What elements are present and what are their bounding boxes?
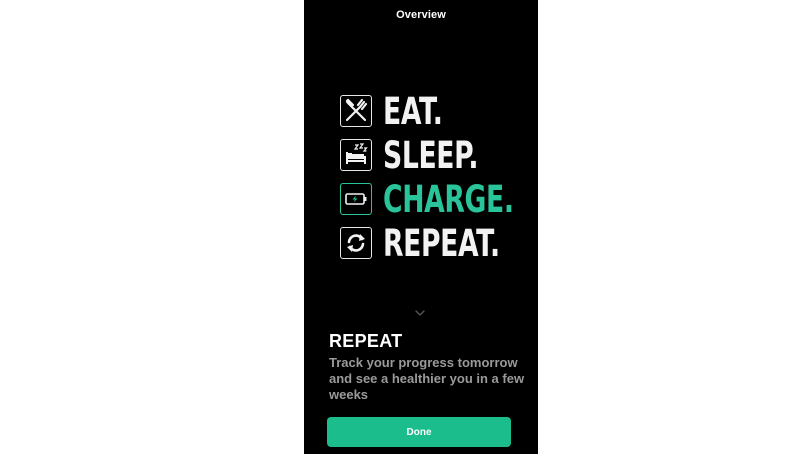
hero-word-sleep: SLEEP. bbox=[383, 133, 479, 177]
done-button[interactable]: Done bbox=[327, 417, 511, 447]
hero-row-repeat: REPEAT. bbox=[340, 221, 530, 265]
hero-graphic: EAT. SLEEP. CHARGE. REPEAT. bbox=[340, 89, 530, 265]
chevron-down-icon[interactable] bbox=[413, 308, 427, 318]
hero-row-sleep: SLEEP. bbox=[340, 133, 530, 177]
battery-charging-icon bbox=[340, 183, 372, 215]
hero-row-charge: CHARGE. bbox=[340, 177, 530, 221]
nav-title: Overview bbox=[396, 9, 446, 21]
hero-row-eat: EAT. bbox=[340, 89, 530, 133]
sleeping-bed-icon bbox=[340, 139, 372, 171]
hero-word-repeat: REPEAT. bbox=[383, 221, 500, 265]
repeat-arrows-icon bbox=[340, 227, 372, 259]
section-description: Track your progress tomorrow and see a h… bbox=[329, 355, 525, 402]
hero-word-charge: CHARGE. bbox=[383, 177, 514, 221]
section-title: REPEAT bbox=[329, 331, 403, 351]
phone-screen: Overview EAT. SLEEP. CHARGE. REPEAT. REP… bbox=[304, 0, 538, 454]
hero-word-eat: EAT. bbox=[383, 89, 443, 133]
fork-knife-icon bbox=[340, 95, 372, 127]
